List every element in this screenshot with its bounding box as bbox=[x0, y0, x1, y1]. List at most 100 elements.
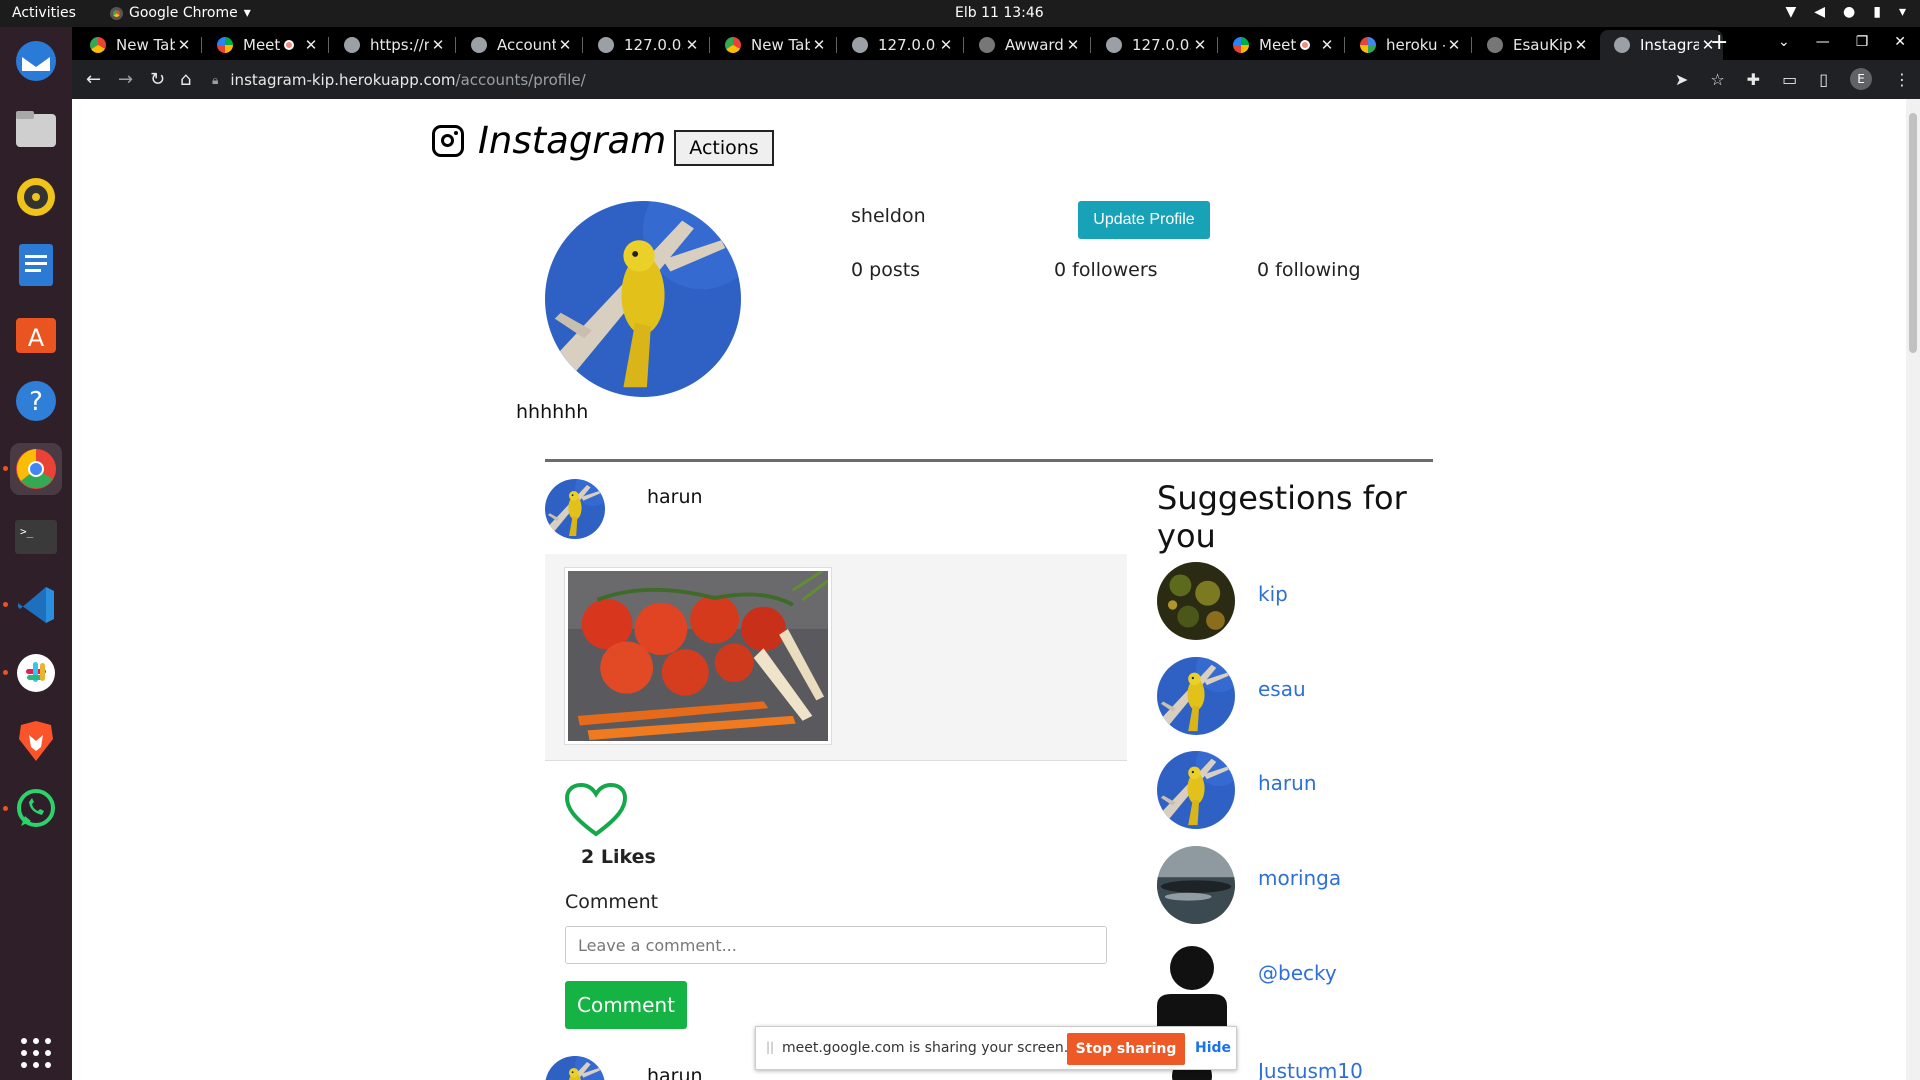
brave-launcher[interactable] bbox=[10, 715, 62, 767]
page-scrollbar[interactable] bbox=[1906, 99, 1920, 1080]
hide-share-bar-link[interactable]: Hide bbox=[1195, 1040, 1231, 1056]
suggestion-user-link[interactable]: harun bbox=[1258, 771, 1317, 795]
tab-separator bbox=[455, 37, 456, 53]
clock[interactable]: Elb 11 13:46 bbox=[955, 5, 1044, 21]
recording-indicator-icon bbox=[284, 40, 294, 50]
rhythmbox-launcher[interactable] bbox=[10, 171, 62, 223]
slack-launcher[interactable] bbox=[3, 647, 62, 699]
tab-title: 127.0.0.1 bbox=[878, 36, 937, 54]
address-bar[interactable]: 🔒︎ instagram-kip.herokuapp.com/accounts/… bbox=[212, 65, 1722, 95]
chrome-icon bbox=[110, 6, 123, 20]
dock: A ? >_ bbox=[0, 27, 72, 1080]
activities-button[interactable]: Activities bbox=[12, 5, 76, 21]
tab-close-icon[interactable]: ✕ bbox=[683, 36, 701, 54]
chrome-launcher[interactable] bbox=[3, 443, 62, 495]
help-launcher[interactable]: ? bbox=[10, 375, 62, 427]
post-image[interactable] bbox=[565, 568, 831, 744]
whatsapp-launcher[interactable] bbox=[3, 783, 62, 835]
browser-tab[interactable]: Awward ✕ bbox=[965, 30, 1088, 60]
drag-handle-icon[interactable]: || bbox=[766, 1040, 774, 1054]
back-icon[interactable]: ← bbox=[86, 69, 101, 90]
tab-close-icon[interactable]: ✕ bbox=[1191, 36, 1209, 54]
close-window-icon[interactable]: ✕ bbox=[1894, 34, 1906, 50]
actions-button[interactable]: Actions bbox=[674, 130, 774, 166]
chrome-icon bbox=[16, 449, 56, 489]
browser-tab[interactable]: 127.0.0.1✕ bbox=[1092, 30, 1215, 60]
tab-close-icon[interactable]: ✕ bbox=[429, 36, 447, 54]
followers-count[interactable]: 0 followers bbox=[1054, 259, 1158, 281]
post-author-avatar[interactable] bbox=[545, 479, 605, 539]
browser-tab[interactable]: heroku - ✕ bbox=[1346, 30, 1469, 60]
writer-launcher[interactable] bbox=[10, 239, 62, 291]
files-launcher[interactable] bbox=[10, 103, 62, 155]
menu-icon[interactable]: ⋮ bbox=[1894, 70, 1910, 89]
following-count[interactable]: 0 following bbox=[1257, 259, 1361, 281]
send-icon[interactable]: ➤ bbox=[1675, 70, 1688, 89]
bookmark-star-icon[interactable]: ☆ bbox=[1710, 70, 1724, 89]
stop-sharing-button[interactable]: Stop sharing bbox=[1067, 1033, 1185, 1065]
new-tab-button[interactable]: + bbox=[1710, 30, 1728, 55]
tab-close-icon[interactable]: ✕ bbox=[1572, 36, 1590, 54]
tab-close-icon[interactable]: ✕ bbox=[810, 36, 828, 54]
suggestion-user-link[interactable]: Justusm10 bbox=[1258, 1059, 1363, 1080]
browser-tab[interactable]: Instagra ✕ bbox=[1600, 30, 1723, 60]
post-author-name[interactable]: harun bbox=[647, 486, 703, 508]
forward-icon[interactable]: → bbox=[118, 69, 133, 90]
browser-tab[interactable]: New Tab ✕ bbox=[76, 30, 199, 60]
scrollbar-thumb[interactable] bbox=[1909, 113, 1917, 353]
tab-close-icon[interactable]: ✕ bbox=[175, 36, 193, 54]
suggestion-avatar[interactable] bbox=[1157, 562, 1235, 640]
show-apps-button[interactable] bbox=[10, 1027, 62, 1079]
browser-tab[interactable]: Account ✕ bbox=[457, 30, 580, 60]
minimize-icon[interactable]: — bbox=[1816, 34, 1830, 50]
suggestion-avatar[interactable] bbox=[1157, 657, 1235, 735]
suggestion-user-link[interactable]: @becky bbox=[1258, 961, 1337, 985]
tab-search-icon[interactable]: ⌄ bbox=[1778, 34, 1790, 50]
tab-close-icon[interactable]: ✕ bbox=[556, 36, 574, 54]
like-heart-icon[interactable] bbox=[564, 782, 628, 838]
comment-submit-button[interactable]: Comment bbox=[565, 981, 687, 1029]
tab-close-icon[interactable]: ✕ bbox=[1318, 36, 1336, 54]
tab-close-icon[interactable]: ✕ bbox=[1064, 36, 1082, 54]
tab-close-icon[interactable]: ✕ bbox=[937, 36, 955, 54]
browser-tab[interactable]: 127.0.0.1✕ bbox=[838, 30, 961, 60]
suggestion-user-link[interactable]: esau bbox=[1258, 677, 1306, 701]
browser-tab[interactable]: Meet ✕ bbox=[203, 30, 326, 60]
cast-icon[interactable]: ▭ bbox=[1782, 70, 1797, 89]
next-post-author-avatar[interactable] bbox=[545, 1056, 605, 1080]
tab-close-icon[interactable]: ✕ bbox=[302, 36, 320, 54]
suggestion-user-link[interactable]: moringa bbox=[1258, 866, 1341, 890]
brave-icon bbox=[19, 721, 53, 761]
thunderbird-launcher[interactable] bbox=[10, 35, 62, 87]
browser-tab[interactable]: EsauKip/✕ bbox=[1473, 30, 1596, 60]
reload-icon[interactable]: ↻ bbox=[150, 69, 165, 90]
extensions-icon[interactable]: ✚ bbox=[1747, 70, 1760, 89]
network-icon: ▼ bbox=[1785, 4, 1797, 20]
brand[interactable]: Instagram bbox=[432, 119, 666, 162]
svg-text:A: A bbox=[28, 324, 45, 352]
suggestion-avatar[interactable] bbox=[1157, 751, 1235, 829]
comment-input[interactable] bbox=[565, 926, 1107, 964]
files-icon bbox=[16, 111, 56, 147]
tab-close-icon[interactable]: ✕ bbox=[1445, 36, 1463, 54]
update-profile-button[interactable]: Update Profile bbox=[1078, 201, 1210, 239]
home-icon[interactable]: ⌂ bbox=[180, 69, 191, 90]
side-panel-icon[interactable]: ▯ bbox=[1819, 70, 1828, 89]
thunderbird-icon bbox=[16, 41, 56, 81]
tab-separator bbox=[201, 37, 202, 53]
system-tray[interactable]: ▼ ◀ ● ▮ ▾ bbox=[1785, 4, 1906, 20]
software-center-launcher[interactable]: A bbox=[10, 307, 62, 359]
suggestion-user-link[interactable]: kip bbox=[1258, 582, 1288, 606]
browser-tab[interactable]: https://r ✕ bbox=[330, 30, 453, 60]
app-menu[interactable]: Google Chrome ▾ bbox=[110, 5, 251, 21]
vscode-launcher[interactable] bbox=[3, 579, 62, 631]
browser-tab[interactable]: New Tab ✕ bbox=[711, 30, 834, 60]
profile-avatar[interactable]: E bbox=[1850, 68, 1872, 90]
terminal-launcher[interactable]: >_ bbox=[10, 511, 62, 563]
page-content: Instagram Actions hhhhhh sheldon Update … bbox=[72, 99, 1906, 1080]
browser-tab[interactable]: 127.0.0.1✕ bbox=[584, 30, 707, 60]
suggestion-avatar[interactable] bbox=[1157, 846, 1235, 924]
restore-icon[interactable]: ❐ bbox=[1856, 34, 1869, 50]
browser-tab[interactable]: Meet ✕ bbox=[1219, 30, 1342, 60]
next-post-author-name[interactable]: harun bbox=[647, 1065, 703, 1080]
